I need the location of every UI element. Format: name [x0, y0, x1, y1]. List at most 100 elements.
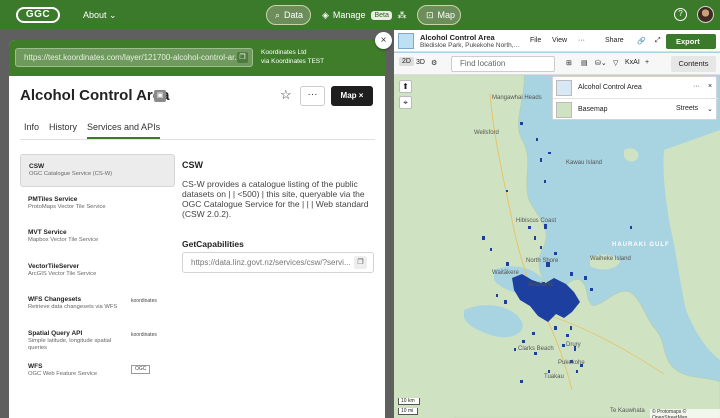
koordinates-logo: koordinates [131, 331, 157, 338]
service-item-spatial-query[interactable]: Spatial Query API Simple latitude, longi… [20, 322, 175, 355]
basemap-icon[interactable]: ⛁⌄ [595, 59, 607, 67]
layers-icon[interactable]: ⊞ [566, 59, 572, 67]
layer-row[interactable]: Alcohol Control Area ··· × [553, 77, 718, 99]
settings-icon[interactable]: ⚙ [431, 59, 437, 67]
service-item-wfs-changesets[interactable]: WFS Changesets Retrieve data changesets … [20, 288, 175, 321]
menu-more[interactable]: ··· [578, 37, 585, 44]
help-icon[interactable]: ? [674, 8, 687, 21]
layer-row[interactable]: Basemap Streets ⌄ [553, 99, 718, 121]
kxai-button[interactable]: KxAI [625, 59, 640, 66]
map-title[interactable]: Alcohol Control Area [420, 33, 495, 42]
service-desc: Simple latitude, longitude spatial queri… [28, 337, 112, 351]
layer-list: Alcohol Control Area ··· × Basemap Stree… [552, 76, 718, 121]
add-icon[interactable]: + [645, 59, 649, 66]
place-label: North Shore [526, 258, 559, 264]
export-button[interactable]: Export ⇅ [666, 34, 716, 61]
close-panel-button[interactable]: × [375, 32, 392, 49]
mode-2d-button[interactable]: 2D [399, 57, 414, 66]
close-icon: × [358, 91, 364, 100]
service-name: WFS [28, 363, 43, 370]
tab-services-apis[interactable]: Services and APIs [87, 122, 161, 139]
scale-bar-mi: 10 mi [398, 408, 418, 415]
menu-file[interactable]: File [530, 37, 541, 44]
place-label: Waiheke Island [590, 256, 631, 262]
ogc-logo: OGC [131, 365, 151, 374]
apps-grid-button[interactable]: ⁂ [392, 5, 412, 25]
ggc-logo[interactable]: GGC [16, 7, 60, 23]
tab-info[interactable]: Info [24, 122, 39, 139]
layer-url-field[interactable]: https://test.koordinates.com/layer/12170… [15, 48, 253, 67]
locate-icon[interactable]: ⌖ [399, 96, 412, 109]
service-item-pmtiles[interactable]: PMTiles Service ProtoMaps Vector Tile Se… [20, 188, 175, 221]
getcapabilities-url-field[interactable]: https://data.linz.govt.nz/services/csw/?… [182, 252, 374, 273]
publisher-info[interactable]: Koordinates Ltd via Koordinates TEST [261, 48, 324, 66]
publisher-via: via Koordinates TEST [261, 58, 325, 65]
mode-3d-button[interactable]: 3D [416, 59, 425, 66]
place-label: Mangawhai Heads [492, 95, 542, 101]
user-avatar[interactable] [697, 6, 714, 23]
place-label: Te Kauwhata [610, 408, 645, 414]
map-icon: ⊡ [426, 9, 434, 20]
chevron-down-icon[interactable]: ⌄ [707, 105, 713, 113]
service-item-wfs[interactable]: WFS OGC Web Feature Service OGC [20, 355, 175, 388]
layer-name: Alcohol Control Area [578, 84, 642, 91]
tab-history[interactable]: History [49, 122, 77, 139]
nav-manage-label: Manage [332, 10, 366, 20]
link-icon[interactable]: 🔗 [637, 37, 646, 45]
layer-more-button[interactable]: ··· [693, 83, 700, 90]
nav-manage-button[interactable]: ◈ Manage Beta [314, 5, 392, 25]
scale-bar-km: 10 km [398, 398, 420, 405]
service-desc: ArcGIS Vector Tile Service [28, 270, 97, 277]
star-icon[interactable]: ☆ [280, 87, 292, 103]
about-menu[interactable]: About ⌄ [83, 10, 117, 21]
publisher-name: Koordinates Ltd [261, 49, 307, 56]
getcapabilities-label: GetCapabilities [182, 239, 244, 249]
compass-icon[interactable]: ⬆ [399, 80, 412, 93]
place-label: Hibiscus Coast [516, 218, 557, 224]
add-to-map-button[interactable]: Map × [331, 86, 373, 106]
stack-icon: ◈ [322, 9, 329, 20]
nav-data-button[interactable]: ⌕ Data [266, 5, 311, 25]
nav-map-label: Map [437, 10, 456, 20]
service-item-mvt[interactable]: MVT Service Mapbox Vector Tile Service [20, 221, 175, 254]
more-options-button[interactable]: ··· [300, 86, 325, 106]
service-name: PMTiles Service [28, 195, 78, 203]
copy-icon[interactable]: ❐ [354, 256, 367, 269]
layer-thumbnail [556, 80, 572, 96]
document-icon[interactable]: ▤ [581, 59, 588, 67]
service-item-vectortileserver[interactable]: VectorTileServer ArcGIS Vector Tile Serv… [20, 255, 175, 288]
place-label: Auckland [528, 282, 553, 288]
map-header: Alcohol Control Area Bledisloe Park, Puk… [394, 30, 720, 61]
place-label: Clarks Beach [518, 346, 554, 352]
menu-view[interactable]: View [552, 37, 567, 44]
map-area[interactable]: Mangawhai Heads Wellsford Hibiscus Coast… [394, 30, 720, 418]
share-button[interactable]: Share [605, 37, 624, 44]
map-attribution[interactable]: © Protomaps © OpenStreetMap [650, 409, 720, 418]
layer-url-text: https://test.koordinates.com/layer/12170… [24, 53, 241, 62]
land-west-coast [394, 75, 454, 418]
map-thumbnail[interactable] [398, 33, 414, 49]
service-item-csw[interactable]: CSW OGC Catalogue Service (CS-W) [20, 154, 175, 187]
nav-data-label: Data [284, 10, 304, 20]
beta-badge: Beta [371, 10, 392, 20]
service-detail: CSW CS-W provides a catalogue listing of… [182, 160, 372, 219]
nav-map-button[interactable]: ⊡ Map [417, 5, 461, 25]
tab-divider [20, 139, 375, 140]
koordinates-logo: koordinates [131, 298, 157, 304]
service-desc: Mapbox Vector Tile Service [28, 237, 99, 243]
top-navbar: GGC About ⌄ ⌕ Data ◈ Manage Beta ⁂ ⊡ Map ? [0, 0, 720, 30]
service-detail-title: CSW [182, 160, 203, 170]
close-icon[interactable]: × [708, 83, 712, 90]
grid-icon: ⁂ [397, 9, 407, 20]
contents-button[interactable]: Contents [671, 56, 716, 72]
place-label: Kawau Island [566, 160, 603, 166]
place-label: Tuakau [544, 374, 564, 380]
about-label: About [83, 10, 107, 20]
place-label: Waitākere [492, 270, 519, 276]
find-location-input[interactable]: Find location [451, 56, 555, 72]
expand-icon[interactable]: ⤢ [655, 37, 661, 45]
tab-bar: Info History Services and APIs [24, 122, 161, 139]
basemap-select[interactable]: Streets [676, 105, 698, 112]
copy-icon[interactable]: ❐ [237, 52, 248, 63]
filter-icon[interactable]: ▽ [613, 59, 618, 67]
